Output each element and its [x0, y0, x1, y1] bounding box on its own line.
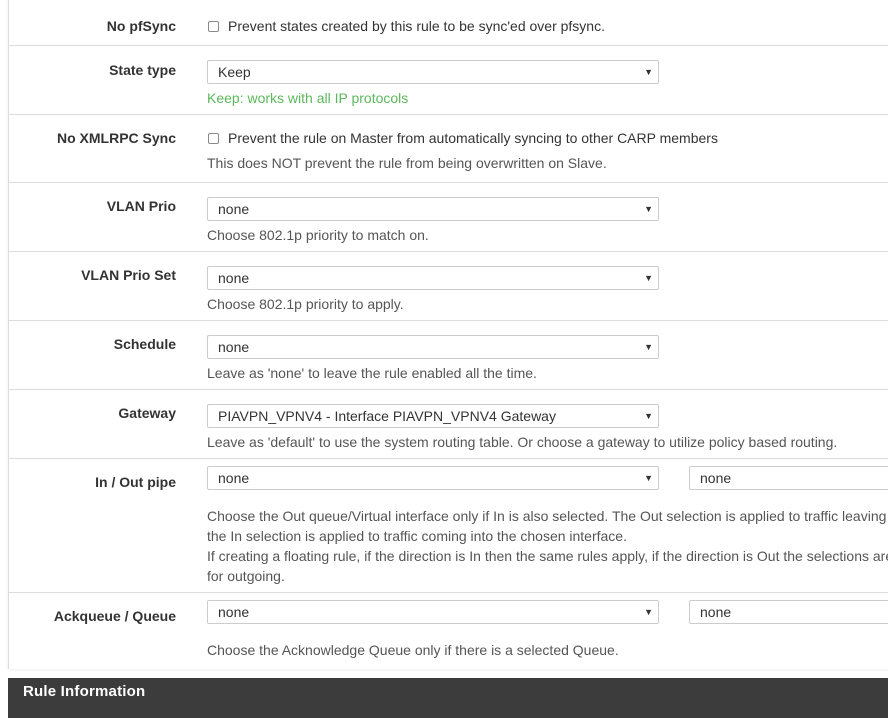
gateway-help: Leave as 'default' to use the system rou… [207, 434, 838, 450]
in-out-pipe-help-line3: If creating a floating rule, if the dire… [207, 548, 888, 564]
caret-down-icon: ▼ [644, 342, 653, 352]
no-pfsync-checkbox-label: Prevent states created by this rule to b… [228, 18, 605, 34]
vlan-prio-set-select[interactable]: none ▼ [207, 266, 659, 290]
ackqueue-queue-help: Choose the Acknowledge Queue only if the… [207, 642, 619, 658]
row-ackqueue-queue: Ackqueue / Queue none ▼ none Choose the … [8, 592, 888, 668]
vlan-prio-set-help: Choose 802.1p priority to apply. [207, 296, 404, 312]
no-xmlrpc-sync-checkbox-label: Prevent the rule on Master from automati… [228, 130, 718, 146]
out-pipe-select[interactable]: none [689, 466, 888, 490]
ackqueue-value: none [218, 604, 250, 620]
caret-down-icon: ▼ [644, 473, 653, 483]
row-gateway: Gateway PIAVPN_VPNV4 - Interface PIAVPN_… [8, 389, 888, 459]
vlan-prio-value: none [218, 201, 250, 217]
schedule-select[interactable]: none ▼ [207, 335, 659, 359]
out-pipe-value: none [700, 470, 732, 486]
caret-down-icon: ▼ [644, 607, 653, 617]
state-type-value: Keep [218, 64, 251, 80]
ackqueue-queue-label: Ackqueue / Queue [53, 608, 176, 624]
row-in-out-pipe: In / Out pipe none ▼ none Choose the Out… [8, 458, 888, 593]
caret-down-icon: ▼ [644, 204, 653, 214]
in-out-pipe-help-line4: for outgoing. [207, 568, 285, 584]
caret-down-icon: ▼ [644, 67, 653, 77]
no-xmlrpc-sync-checkbox[interactable] [208, 133, 219, 144]
queue-select[interactable]: none [689, 600, 888, 624]
row-state-type: State type Keep ▼ Keep: works with all I… [8, 45, 888, 115]
state-type-help: Keep: works with all IP protocols [207, 90, 409, 106]
no-pfsync-label: No pfSync [106, 18, 176, 34]
vlan-prio-select[interactable]: none ▼ [207, 197, 659, 221]
rule-information-section-header: Rule Information [8, 678, 888, 718]
schedule-label: Schedule [113, 336, 176, 352]
in-pipe-select[interactable]: none ▼ [207, 466, 659, 490]
row-vlan-prio: VLAN Prio none ▼ Choose 802.1p priority … [8, 182, 888, 252]
in-pipe-value: none [218, 470, 250, 486]
no-xmlrpc-sync-label: No XMLRPC Sync [56, 130, 176, 146]
vlan-prio-label: VLAN Prio [106, 198, 176, 214]
in-out-pipe-help-line1: Choose the Out queue/Virtual interface o… [207, 508, 887, 524]
in-out-pipe-label: In / Out pipe [95, 474, 176, 490]
gateway-value: PIAVPN_VPNV4 - Interface PIAVPN_VPNV4 Ga… [218, 408, 556, 424]
vlan-prio-set-label: VLAN Prio Set [81, 267, 176, 283]
row-no-xmlrpc-sync: No XMLRPC Sync Prevent the rule on Maste… [8, 114, 888, 183]
row-no-pfsync: No pfSync Prevent states created by this… [8, 0, 888, 46]
in-out-pipe-help-line2: the In selection is applied to traffic c… [207, 528, 627, 544]
vlan-prio-help: Choose 802.1p priority to match on. [207, 227, 429, 243]
gateway-label: Gateway [118, 405, 176, 421]
vlan-prio-set-value: none [218, 270, 250, 286]
section-title: Rule Information [23, 683, 146, 700]
caret-down-icon: ▼ [644, 273, 653, 283]
no-pfsync-checkbox[interactable] [208, 21, 219, 32]
schedule-help: Leave as 'none' to leave the rule enable… [207, 365, 537, 381]
caret-down-icon: ▼ [644, 411, 653, 421]
state-type-label: State type [109, 62, 176, 78]
state-type-select[interactable]: Keep ▼ [207, 60, 659, 84]
gateway-select[interactable]: PIAVPN_VPNV4 - Interface PIAVPN_VPNV4 Ga… [207, 404, 659, 428]
no-xmlrpc-sync-help: This does NOT prevent the rule from bein… [207, 155, 607, 171]
row-vlan-prio-set: VLAN Prio Set none ▼ Choose 802.1p prior… [8, 251, 888, 321]
ackqueue-select[interactable]: none ▼ [207, 600, 659, 624]
row-schedule: Schedule none ▼ Leave as 'none' to leave… [8, 320, 888, 390]
schedule-value: none [218, 339, 250, 355]
queue-value: none [700, 604, 732, 620]
